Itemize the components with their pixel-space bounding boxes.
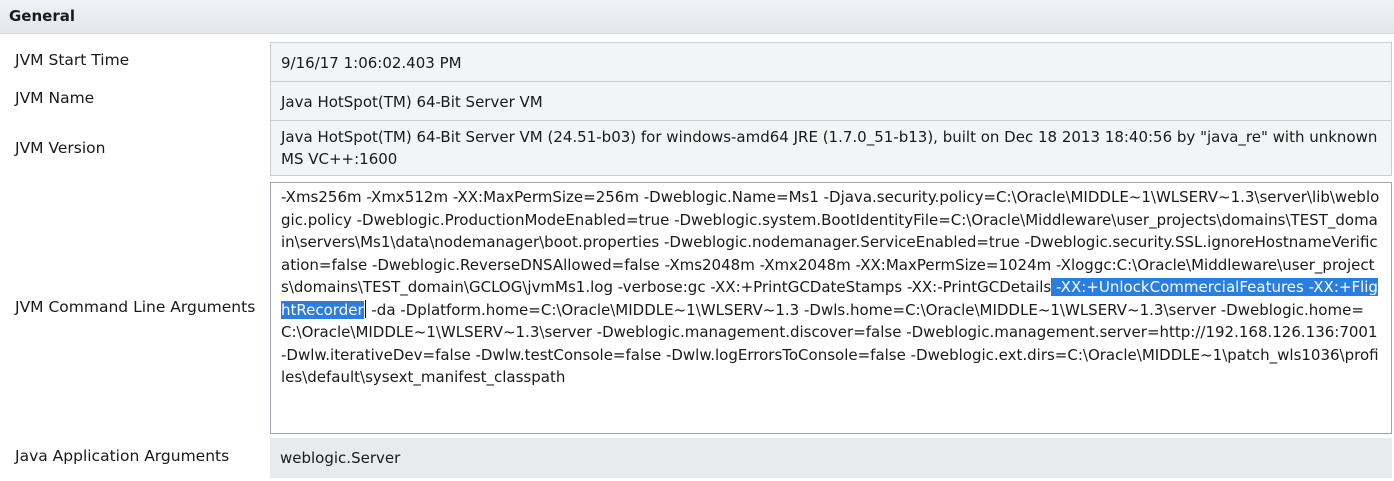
text-cursor: [364, 299, 366, 318]
label-jvm-command-line-arguments: JVM Command Line Arguments: [15, 298, 256, 316]
field-jvm-start-time[interactable]: 9/16/17 1:06:02.403 PM: [270, 42, 1392, 82]
section-title: General: [9, 7, 75, 25]
field-jvm-name[interactable]: Java HotSpot(TM) 64-Bit Server VM: [270, 81, 1392, 121]
cmd-args-text-after: -da -Dplatform.home=C:\Oracle\MIDDLE~1\W…: [281, 300, 1379, 387]
label-java-application-arguments: Java Application Arguments: [15, 447, 230, 465]
field-jvm-version[interactable]: Java HotSpot(TM) 64-Bit Server VM (24.51…: [270, 120, 1392, 176]
section-header-general[interactable]: General: [0, 0, 1394, 34]
label-jvm-name: JVM Name: [15, 89, 95, 107]
field-jvm-command-line-arguments[interactable]: -Xms256m -Xmx512m -XX:MaxPermSize=256m -…: [270, 182, 1392, 434]
label-jvm-version: JVM Version: [15, 139, 106, 157]
field-java-application-arguments[interactable]: weblogic.Server: [270, 438, 1392, 478]
label-jvm-start-time: JVM Start Time: [15, 51, 130, 69]
